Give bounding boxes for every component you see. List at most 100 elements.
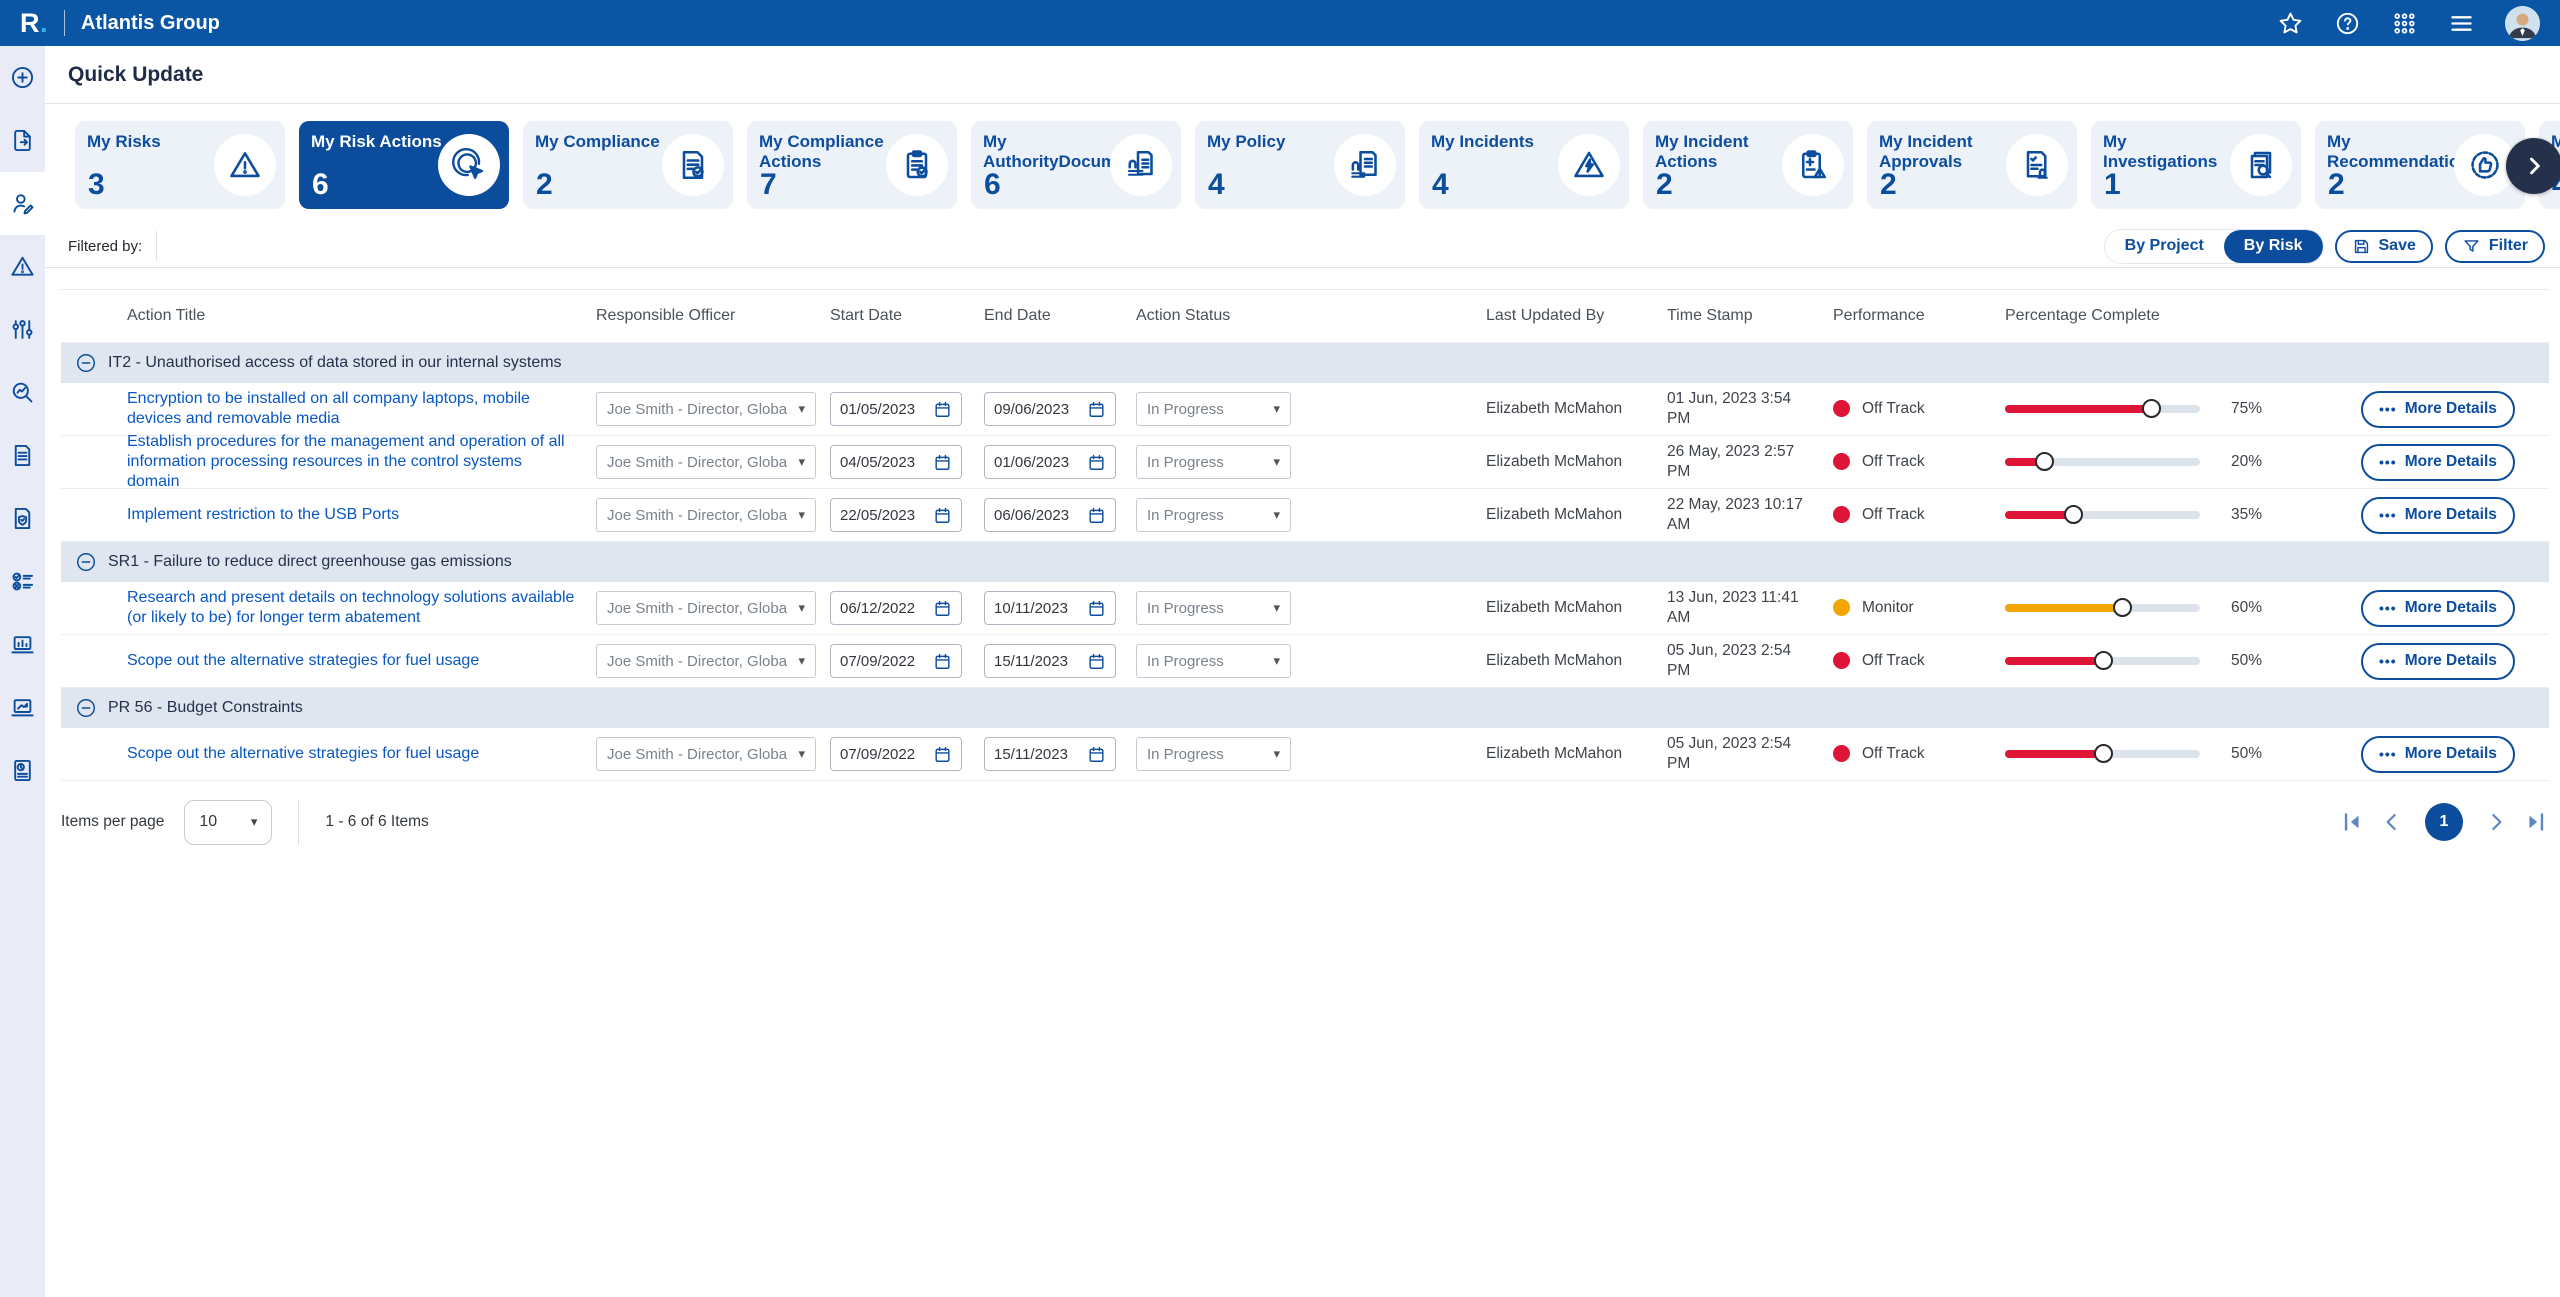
- sidebar-item-laptop-chart[interactable]: [0, 613, 45, 676]
- summary-card-my-compliance-actions[interactable]: My Compliance Actions7: [747, 121, 957, 209]
- summary-card-my-policy[interactable]: My Policy4: [1195, 121, 1405, 209]
- summary-card-my-compliance[interactable]: My Compliance2: [523, 121, 733, 209]
- collapse-group-button[interactable]: [75, 697, 97, 719]
- responsible-officer-select[interactable]: Joe Smith - Director, Globa▾: [596, 498, 816, 532]
- start-date-input[interactable]: 06/12/2022: [830, 591, 962, 625]
- card-count: 2: [536, 168, 553, 202]
- summary-card-my-incidents[interactable]: My Incidents4: [1419, 121, 1629, 209]
- end-date-input[interactable]: 15/11/2023: [984, 644, 1116, 678]
- last-page-icon[interactable]: [2523, 809, 2549, 835]
- action-status-select[interactable]: In Progress▾: [1136, 392, 1291, 426]
- more-details-button[interactable]: •••More Details: [2361, 497, 2515, 534]
- action-title-link[interactable]: Research and present details on technolo…: [127, 589, 574, 626]
- more-details-button[interactable]: •••More Details: [2361, 391, 2515, 428]
- collapse-group-button[interactable]: [75, 352, 97, 374]
- summary-card-my-risks[interactable]: My Risks3: [75, 121, 285, 209]
- current-page-button[interactable]: 1: [2425, 803, 2463, 841]
- end-date-input[interactable]: 01/06/2023: [984, 445, 1116, 479]
- sliders-icon: [9, 316, 36, 343]
- slider-handle[interactable]: [2113, 598, 2132, 617]
- page-size-select[interactable]: 10 ▾: [184, 800, 272, 845]
- date-value: 15/11/2023: [994, 653, 1068, 670]
- responsible-officer-select[interactable]: Joe Smith - Director, Globa▾: [596, 591, 816, 625]
- percent-complete-slider[interactable]: [2005, 750, 2200, 758]
- slider-handle[interactable]: [2035, 452, 2054, 471]
- responsible-officer-select[interactable]: Joe Smith - Director, Globa▾: [596, 737, 816, 771]
- summary-card-my-risk-actions[interactable]: My Risk Actions6: [299, 121, 509, 209]
- card-icon-circle: [662, 134, 724, 196]
- start-date-input[interactable]: 04/05/2023: [830, 445, 962, 479]
- end-date-input[interactable]: 06/06/2023: [984, 498, 1116, 532]
- summary-card-my-incident-approvals[interactable]: My Incident Approvals2: [1867, 121, 2077, 209]
- more-details-button[interactable]: •••More Details: [2361, 736, 2515, 773]
- save-button[interactable]: Save: [2335, 230, 2433, 263]
- responsible-officer-select[interactable]: Joe Smith - Director, Globa▾: [596, 392, 816, 426]
- slider-handle[interactable]: [2094, 744, 2113, 763]
- action-title-link[interactable]: Establish procedures for the management …: [127, 433, 565, 490]
- sidebar-item-document-forward[interactable]: [0, 109, 45, 172]
- summary-card-my-incident-actions[interactable]: My Incident Actions2: [1643, 121, 1853, 209]
- sidebar-item-sliders[interactable]: [0, 298, 45, 361]
- slider-handle[interactable]: [2094, 651, 2113, 670]
- action-title-link[interactable]: Encryption to be installed on all compan…: [127, 390, 530, 427]
- sidebar-item-add-circle[interactable]: [0, 46, 45, 109]
- responsible-officer-select[interactable]: Joe Smith - Director, Globa▾: [596, 644, 816, 678]
- user-avatar[interactable]: [2505, 6, 2540, 41]
- end-date-input[interactable]: 09/06/2023: [984, 392, 1116, 426]
- more-details-button[interactable]: •••More Details: [2361, 444, 2515, 481]
- by-project-toggle[interactable]: By Project: [2105, 230, 2224, 263]
- sidebar-item-person-edit[interactable]: [0, 172, 45, 235]
- slider-handle[interactable]: [2142, 399, 2161, 418]
- sidebar-item-checklist-status[interactable]: [0, 550, 45, 613]
- percent-complete-slider[interactable]: [2005, 604, 2200, 612]
- sidebar-item-warning-triangle[interactable]: [0, 235, 45, 298]
- first-page-icon[interactable]: [2339, 809, 2365, 835]
- start-date-input[interactable]: 07/09/2022: [830, 644, 962, 678]
- percent-complete-slider[interactable]: [2005, 511, 2200, 519]
- next-page-icon[interactable]: [2483, 809, 2509, 835]
- summary-card-my-recommendations[interactable]: My Recommendations2: [2315, 121, 2525, 209]
- action-title-link[interactable]: Implement restriction to the USB Ports: [127, 506, 419, 523]
- percent-complete-slider[interactable]: [2005, 458, 2200, 466]
- responsible-officer-select[interactable]: Joe Smith - Director, Globa▾: [596, 445, 816, 479]
- summary-card-my-authoritydocument[interactable]: My AuthorityDocument6: [971, 121, 1181, 209]
- more-details-label: More Details: [2405, 506, 2497, 524]
- sidebar-item-laptop-trend[interactable]: [0, 676, 45, 739]
- chevron-down-icon: ▾: [792, 401, 805, 417]
- cards-carousel-next-button[interactable]: [2506, 138, 2560, 194]
- calendar-icon: [933, 400, 952, 419]
- more-details-button[interactable]: •••More Details: [2361, 643, 2515, 680]
- clipboard-alert-icon: [1795, 147, 1831, 183]
- action-status-select[interactable]: In Progress▾: [1136, 591, 1291, 625]
- previous-page-icon[interactable]: [2379, 809, 2405, 835]
- end-date-input[interactable]: 10/11/2023: [984, 591, 1116, 625]
- more-details-button[interactable]: •••More Details: [2361, 590, 2515, 627]
- start-date-input[interactable]: 01/05/2023: [830, 392, 962, 426]
- percent-complete-slider[interactable]: [2005, 405, 2200, 413]
- sidebar-item-report-chart[interactable]: [0, 739, 45, 802]
- sidebar-item-search-trend[interactable]: [0, 361, 45, 424]
- menu-icon[interactable]: [2448, 10, 2475, 37]
- action-status-select[interactable]: In Progress▾: [1136, 644, 1291, 678]
- action-status-select[interactable]: In Progress▾: [1136, 737, 1291, 771]
- by-risk-toggle[interactable]: By Risk: [2224, 230, 2323, 263]
- filter-button[interactable]: Filter: [2445, 230, 2545, 263]
- apps-grid-icon[interactable]: [2391, 10, 2418, 37]
- start-date-input[interactable]: 07/09/2022: [830, 737, 962, 771]
- summary-card-my-investigations[interactable]: My Investigations1: [2091, 121, 2301, 209]
- favorite-star-icon[interactable]: [2277, 10, 2304, 37]
- sidebar-item-document-lines[interactable]: [0, 424, 45, 487]
- start-date-input[interactable]: 22/05/2023: [830, 498, 962, 532]
- sidebar-item-document-shield[interactable]: [0, 487, 45, 550]
- slider-handle[interactable]: [2064, 505, 2083, 524]
- laptop-trend-icon: [9, 694, 36, 721]
- action-status-select[interactable]: In Progress▾: [1136, 498, 1291, 532]
- collapse-group-button[interactable]: [75, 551, 97, 573]
- action-status-select[interactable]: In Progress▾: [1136, 445, 1291, 479]
- action-title-link[interactable]: Scope out the alternative strategies for…: [127, 745, 499, 762]
- help-icon[interactable]: [2334, 10, 2361, 37]
- percent-complete-slider[interactable]: [2005, 657, 2200, 665]
- action-title-link[interactable]: Scope out the alternative strategies for…: [127, 652, 499, 669]
- end-date-input[interactable]: 15/11/2023: [984, 737, 1116, 771]
- group-row: IT2 - Unauthorised access of data stored…: [61, 343, 2549, 383]
